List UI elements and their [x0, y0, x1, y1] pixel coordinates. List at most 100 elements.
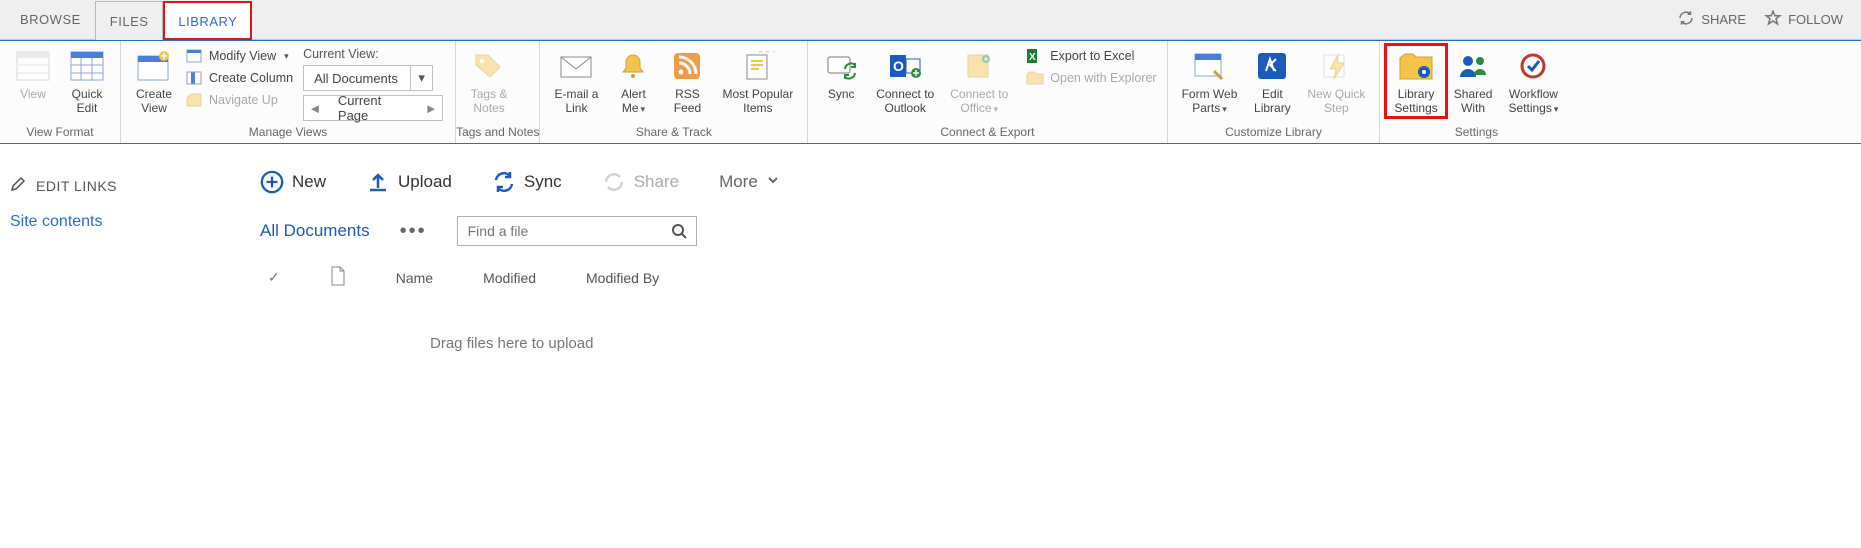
envelope-icon — [557, 47, 595, 85]
share-action-button[interactable]: Share — [602, 170, 679, 194]
group-settings-label: Settings — [1380, 123, 1572, 143]
dropdown-icon: ▾ — [410, 66, 432, 90]
email-link-button[interactable]: E-mail a Link — [546, 45, 606, 117]
share-action-label: Share — [634, 172, 679, 192]
follow-page-button[interactable]: FOLLOW — [1764, 9, 1843, 30]
ribbon-tabs: BROWSE FILES LIBRARY — [0, 0, 252, 39]
modify-view-icon — [185, 47, 203, 65]
form-web-parts-label: Form Web Parts▾ — [1182, 85, 1238, 116]
prev-page-icon[interactable]: ◄ — [304, 96, 326, 120]
modify-view-label: Modify View — [209, 49, 276, 63]
library-settings-label: Library Settings — [1394, 85, 1437, 115]
shared-with-icon — [1454, 47, 1492, 85]
workflow-settings-icon — [1514, 47, 1552, 85]
bell-icon — [614, 47, 652, 85]
sync-button[interactable]: Sync — [814, 45, 868, 103]
search-icon[interactable] — [662, 223, 696, 239]
group-manage-views: Create View Modify View ▾ Create Column — [121, 41, 456, 143]
view-menu-button[interactable]: ••• — [400, 220, 427, 243]
ribbon: View Quick Edit View Format Create View — [0, 40, 1861, 144]
share-icon — [602, 170, 626, 194]
alert-me-button[interactable]: Alert Me▾ — [606, 45, 660, 118]
view-label: View — [20, 85, 46, 101]
view-button[interactable]: View — [6, 45, 60, 103]
tab-library[interactable]: LIBRARY — [163, 1, 252, 40]
navigate-up-button[interactable]: Navigate Up — [185, 91, 293, 109]
library-settings-icon — [1397, 47, 1435, 85]
new-quick-step-button[interactable]: New Quick Step — [1299, 45, 1373, 117]
most-popular-label: Most Popular Items — [722, 85, 793, 115]
quick-edit-button[interactable]: Quick Edit — [60, 45, 114, 117]
upload-icon — [366, 170, 390, 194]
tab-browse[interactable]: BROWSE — [6, 0, 95, 39]
file-type-icon — [330, 266, 346, 289]
create-column-label: Create Column — [209, 71, 293, 85]
column-headers: ✓ Name Modified Modified By — [260, 246, 1861, 289]
workflow-settings-button[interactable]: Workflow Settings▾ — [1500, 45, 1566, 118]
upload-button[interactable]: Upload — [366, 170, 452, 194]
rss-feed-button[interactable]: RSS Feed — [660, 45, 714, 117]
group-tags-notes-label: Tags and Notes — [456, 123, 539, 143]
rss-icon — [668, 47, 706, 85]
excel-icon: X — [1026, 47, 1044, 65]
content-area: EDIT LINKS Site contents New Upload — [0, 144, 1861, 352]
navigate-up-label: Navigate Up — [209, 93, 278, 107]
sync-action-label: Sync — [524, 172, 562, 192]
most-popular-button[interactable]: ★★★ Most Popular Items — [714, 45, 801, 117]
edit-library-button[interactable]: Edit Library — [1245, 45, 1299, 117]
pencil-icon — [10, 176, 26, 195]
share-page-button[interactable]: SHARE — [1677, 9, 1746, 30]
dropdown-icon: ▾ — [282, 51, 289, 62]
group-view-format-label: View Format — [0, 123, 120, 143]
office-icon — [960, 47, 998, 85]
form-web-parts-button[interactable]: Form Web Parts▾ — [1174, 45, 1246, 118]
edit-links-label: EDIT LINKS — [36, 178, 117, 194]
group-customize-library-label: Customize Library — [1168, 123, 1380, 143]
workflow-settings-label: Workflow Settings▾ — [1508, 85, 1558, 116]
open-explorer-button[interactable]: Open with Explorer — [1026, 69, 1156, 87]
search-input[interactable] — [458, 223, 662, 239]
col-modified[interactable]: Modified — [483, 270, 536, 286]
select-all-checkbox[interactable]: ✓ — [268, 269, 280, 286]
tab-files[interactable]: FILES — [95, 1, 164, 40]
connect-office-label: Connect to Office▾ — [950, 85, 1008, 116]
create-view-button[interactable]: Create View — [127, 45, 181, 117]
open-explorer-label: Open with Explorer — [1050, 71, 1156, 85]
search-box[interactable] — [457, 216, 697, 246]
tags-notes-button[interactable]: Tags & Notes — [462, 45, 516, 117]
alert-me-label: Alert Me▾ — [621, 85, 646, 116]
more-button[interactable]: More — [719, 172, 780, 192]
create-column-button[interactable]: Create Column — [185, 69, 293, 87]
star-icon — [1764, 9, 1782, 30]
col-modified-by[interactable]: Modified By — [586, 270, 659, 286]
follow-page-label: FOLLOW — [1788, 12, 1843, 27]
edit-links-button[interactable]: EDIT LINKS — [10, 176, 230, 195]
col-name[interactable]: Name — [396, 270, 433, 286]
shared-with-button[interactable]: Shared With — [1446, 45, 1501, 117]
create-view-label: Create View — [136, 85, 172, 115]
connect-office-button[interactable]: Connect to Office▾ — [942, 45, 1016, 118]
email-link-label: E-mail a Link — [554, 85, 598, 115]
modify-view-button[interactable]: Modify View ▾ — [185, 47, 293, 65]
export-excel-button[interactable]: X Export to Excel — [1026, 47, 1156, 65]
tag-icon — [470, 47, 508, 85]
current-view-value: All Documents — [304, 71, 410, 86]
group-customize-library: Form Web Parts▾ Edit Library New Quick S… — [1168, 41, 1381, 143]
next-page-icon[interactable]: ► — [420, 96, 442, 120]
library-settings-button[interactable]: Library Settings — [1386, 45, 1445, 117]
view-bar: All Documents ••• — [260, 194, 1861, 246]
edit-library-icon — [1253, 47, 1291, 85]
group-tags-notes: Tags & Notes Tags and Notes — [456, 41, 540, 143]
sync-label: Sync — [828, 85, 855, 101]
sync-action-button[interactable]: Sync — [492, 170, 562, 194]
create-column-icon — [185, 69, 203, 87]
current-view-link[interactable]: All Documents — [260, 221, 370, 241]
current-page-pager[interactable]: ◄ Current Page ► — [303, 95, 443, 121]
svg-text:★★★: ★★★ — [757, 51, 775, 55]
explorer-icon — [1026, 69, 1044, 87]
connect-outlook-button[interactable]: O Connect to Outlook — [868, 45, 942, 117]
sync-arrows-icon — [492, 170, 516, 194]
current-view-select[interactable]: All Documents ▾ — [303, 65, 433, 91]
site-contents-link[interactable]: Site contents — [10, 195, 230, 231]
new-button[interactable]: New — [260, 170, 326, 194]
